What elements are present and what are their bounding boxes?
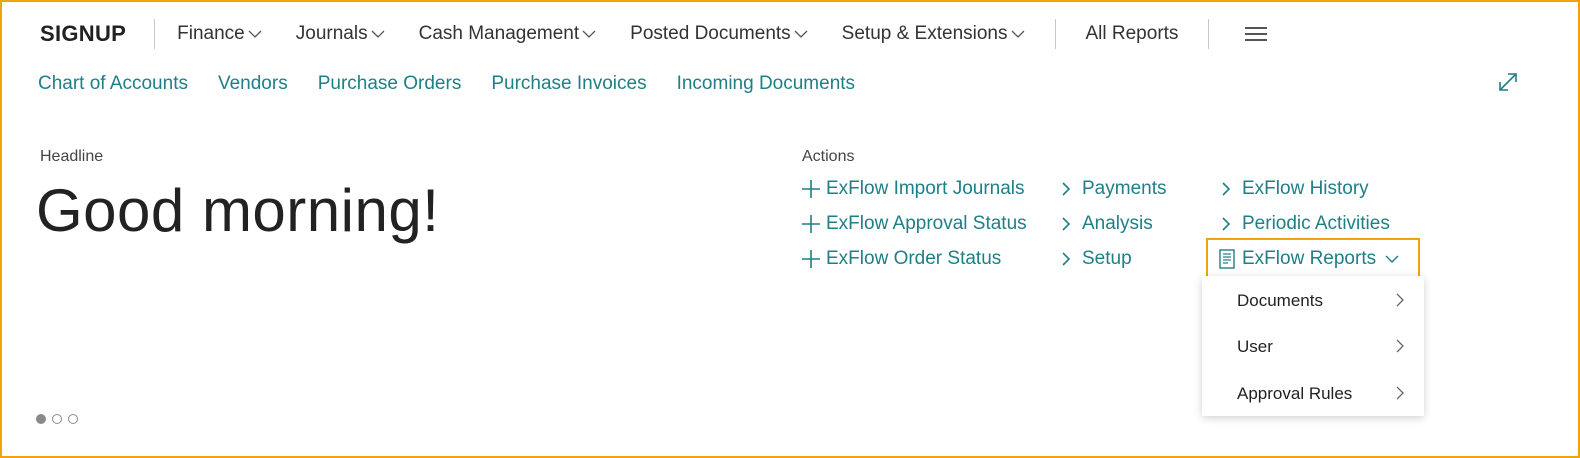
- chevron-right-icon: [1222, 182, 1231, 196]
- subnav-purchase-orders[interactable]: Purchase Orders: [318, 73, 462, 95]
- subnav-vendors[interactable]: Vendors: [218, 73, 288, 95]
- action-exflow-history[interactable]: ExFlow History: [1216, 178, 1369, 200]
- exflow-reports-menu: Documents User Approval Rules: [1202, 276, 1424, 416]
- action-label: Analysis: [1082, 213, 1153, 234]
- nav-menu-setup-extensions[interactable]: Setup & Extensions: [842, 23, 1025, 45]
- menu-item-documents[interactable]: Documents: [1202, 278, 1424, 324]
- nav-menu-cash-management[interactable]: Cash Management: [419, 23, 597, 45]
- chevron-down-icon: [794, 30, 808, 38]
- nav-menu-posted-documents[interactable]: Posted Documents: [630, 23, 808, 45]
- nav-menu-label: Setup & Extensions: [841, 23, 1008, 44]
- carousel-dot[interactable]: [52, 414, 62, 424]
- greeting-text: Good morning!: [36, 177, 440, 244]
- hamburger-menu-icon[interactable]: [1245, 27, 1268, 41]
- chevron-right-icon: [1062, 182, 1071, 196]
- top-navigation: SIGNUP Finance Journals Cash Management …: [40, 14, 1268, 54]
- action-label: Periodic Activities: [1242, 213, 1390, 234]
- actions-label: Actions: [802, 148, 855, 165]
- headline-label: Headline: [40, 148, 104, 165]
- expand-icon[interactable]: [1496, 70, 1520, 94]
- action-label: ExFlow Order Status: [826, 248, 1002, 269]
- action-exflow-order-status[interactable]: ExFlow Order Status: [800, 248, 1001, 270]
- nav-menu-label: Posted Documents: [630, 23, 791, 44]
- menu-item-label: User: [1237, 337, 1273, 356]
- action-setup[interactable]: Setup: [1056, 248, 1132, 270]
- plus-icon: [802, 215, 820, 233]
- nav-divider: [1208, 19, 1210, 49]
- chevron-down-icon: [248, 30, 262, 38]
- plus-icon: [802, 180, 820, 198]
- menu-item-label: Approval Rules: [1237, 384, 1353, 403]
- nav-menu-label: Finance: [177, 23, 245, 44]
- chevron-down-icon: [1385, 255, 1399, 263]
- chevron-down-icon: [582, 30, 596, 38]
- secondary-navigation: Chart of Accounts Vendors Purchase Order…: [38, 70, 885, 98]
- chevron-right-icon: [1062, 252, 1071, 266]
- action-exflow-approval-status[interactable]: ExFlow Approval Status: [800, 213, 1027, 235]
- chevron-right-icon: [1222, 217, 1231, 231]
- action-label: Payments: [1082, 178, 1167, 199]
- nav-menu-label: Cash Management: [418, 23, 580, 44]
- action-analysis[interactable]: Analysis: [1056, 213, 1153, 235]
- all-reports-link[interactable]: All Reports: [1086, 23, 1179, 45]
- action-label: ExFlow History: [1242, 178, 1369, 199]
- chevron-right-icon: [1396, 386, 1404, 400]
- action-periodic-activities[interactable]: Periodic Activities: [1216, 213, 1390, 235]
- action-label: ExFlow Reports: [1242, 248, 1377, 269]
- action-label: ExFlow Approval Status: [826, 213, 1027, 234]
- action-exflow-import-journals[interactable]: ExFlow Import Journals: [800, 178, 1025, 200]
- subnav-purchase-invoices[interactable]: Purchase Invoices: [491, 73, 646, 95]
- chevron-right-icon: [1062, 217, 1071, 231]
- nav-divider: [154, 19, 156, 49]
- action-label: ExFlow Import Journals: [826, 178, 1025, 199]
- menu-item-label: Documents: [1237, 291, 1323, 310]
- action-payments[interactable]: Payments: [1056, 178, 1166, 200]
- subnav-chart-of-accounts[interactable]: Chart of Accounts: [38, 73, 188, 95]
- menu-item-user[interactable]: User: [1202, 324, 1424, 370]
- report-icon: [1219, 249, 1235, 269]
- menu-item-approval-rules[interactable]: Approval Rules: [1202, 371, 1424, 417]
- chevron-down-icon: [371, 30, 385, 38]
- nav-menu-finance[interactable]: Finance: [177, 23, 262, 45]
- nav-menu-label: Journals: [295, 23, 368, 44]
- action-exflow-reports[interactable]: ExFlow Reports: [1216, 248, 1400, 270]
- nav-divider: [1054, 19, 1056, 49]
- nav-menu-journals[interactable]: Journals: [296, 23, 385, 45]
- subnav-incoming-documents[interactable]: Incoming Documents: [677, 73, 855, 95]
- action-label: Setup: [1082, 248, 1132, 269]
- company-name[interactable]: SIGNUP: [40, 21, 126, 47]
- carousel-dots: [36, 414, 84, 424]
- carousel-dot[interactable]: [36, 414, 46, 424]
- chevron-right-icon: [1396, 339, 1404, 353]
- plus-icon: [802, 250, 820, 268]
- chevron-right-icon: [1396, 293, 1404, 307]
- carousel-dot[interactable]: [68, 414, 78, 424]
- chevron-down-icon: [1011, 30, 1024, 38]
